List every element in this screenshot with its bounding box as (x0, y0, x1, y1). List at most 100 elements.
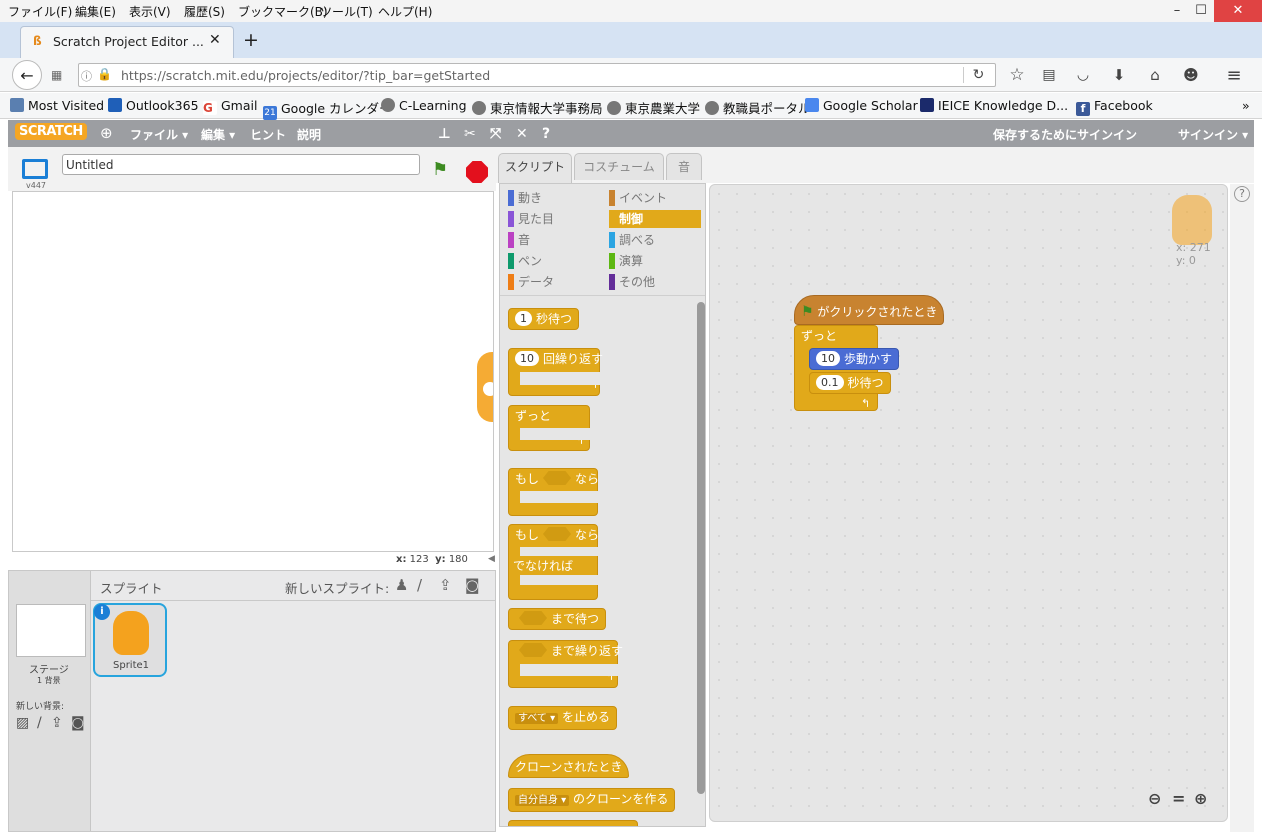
block-if-else[interactable]: もし なら でなければ (508, 524, 599, 600)
category-events[interactable]: イベント (609, 189, 667, 207)
menu-bookmarks[interactable]: ブックマーク(B) (238, 3, 328, 20)
identity-icon[interactable]: ▦ (51, 68, 62, 82)
language-globe-icon[interactable]: ⊕ (100, 124, 113, 142)
bookmark-most-visited[interactable]: Most Visited (10, 98, 104, 113)
zoom-in-icon[interactable]: ⊕ (1194, 789, 1207, 808)
star-icon[interactable]: ☆ (1006, 64, 1028, 86)
camera-icon[interactable]: ◙ (465, 576, 480, 594)
project-title-input[interactable] (62, 154, 420, 175)
zoom-out-icon[interactable]: ⊖ (1148, 789, 1161, 808)
help-icon[interactable]: ? (542, 126, 550, 142)
grow-icon[interactable]: ⤧ (490, 126, 501, 142)
menu-file[interactable]: ファイル(F) (8, 3, 72, 20)
tab-sounds[interactable]: 音 (666, 153, 702, 180)
fullscreen-icon[interactable] (22, 159, 48, 179)
download-icon[interactable]: ⬇ (1108, 64, 1130, 86)
backdrop-upload-icon[interactable]: ⇪ (51, 715, 63, 731)
bookmark-outlook[interactable]: Outlook365 (108, 98, 199, 113)
category-operators[interactable]: 演算 (609, 252, 643, 270)
browser-tab[interactable]: ß Scratch Project Editor ... ✕ (20, 26, 234, 58)
paint-brush-icon[interactable]: / (417, 576, 422, 594)
reader-list-icon[interactable]: ▤ (1038, 64, 1060, 86)
bookmark-google-calendar[interactable]: 21 Google カレンダー (263, 98, 392, 120)
close-window-icon[interactable]: ✕ (1214, 0, 1262, 22)
shrink-icon[interactable]: ✕ (516, 126, 528, 142)
category-sensing[interactable]: 調べる (609, 231, 655, 249)
tab-scripts[interactable]: スクリプト (498, 153, 572, 183)
category-looks[interactable]: 見た目 (508, 210, 554, 228)
menu-view[interactable]: 表示(V) (129, 3, 171, 20)
category-control[interactable]: 制御 (609, 210, 701, 228)
scratch-menu-about[interactable]: 説明 (297, 126, 321, 143)
info-badge-icon[interactable]: i (94, 604, 110, 620)
bookmark-tuis-office[interactable]: 東京情報大学事務局 (472, 98, 603, 117)
category-motion[interactable]: 動き (508, 189, 542, 207)
save-sign-in-link[interactable]: 保存するためにサインイン (993, 126, 1137, 143)
sign-in-link[interactable]: サインイン ▾ (1178, 126, 1248, 143)
help-question-icon[interactable]: ? (1234, 186, 1250, 202)
bookmark-nodai[interactable]: 東京農業大学 (607, 98, 700, 117)
new-tab-button[interactable]: + (243, 29, 259, 51)
sprite-library-icon[interactable]: ♟ (395, 576, 408, 594)
scratch-menu-file[interactable]: ファイル ▾ (130, 126, 188, 143)
bookmark-ieice[interactable]: IEICE Knowledge D... (920, 98, 1068, 113)
maximize-icon[interactable]: ☐ (1184, 0, 1218, 22)
green-flag-icon[interactable]: ⚑ (432, 159, 448, 180)
scratch-menu-tips[interactable]: ヒント (250, 126, 286, 143)
scripts-area[interactable]: x: 271 y: 0 ⚑ がクリックされたとき ずっと ↰ 10 歩動かす 0.1… (709, 184, 1228, 822)
home-icon[interactable]: ⌂ (1144, 64, 1166, 86)
backdrop-library-icon[interactable]: ▨ (16, 715, 29, 731)
tab-costumes[interactable]: コスチューム (574, 153, 664, 180)
info-icon[interactable]: ⓘ (81, 68, 92, 84)
block-create-clone[interactable]: 自分自身 ▾ のクローンを作る (508, 788, 676, 812)
smiley-icon[interactable]: ☻ (1180, 64, 1202, 86)
block-move-steps[interactable]: 10 歩動かす (809, 348, 900, 370)
bookmark-facebook[interactable]: f Facebook (1076, 98, 1153, 116)
block-wait-until[interactable]: まで待つ (508, 608, 607, 630)
bookmark-staff-portal[interactable]: 教職員ポータル (705, 98, 811, 117)
scratch-logo[interactable]: SCRATCH (15, 123, 87, 140)
bookmark-google-scholar[interactable]: Google Scholar (805, 98, 918, 113)
zoom-reset-icon[interactable]: = (1172, 789, 1185, 808)
block-wait-script[interactable]: 0.1 秒待つ (809, 372, 891, 394)
block-when-clone-start[interactable]: クローンされたとき (508, 754, 630, 778)
backdrop-count: 1 背景 (37, 676, 61, 685)
back-arrow-icon[interactable]: ← (12, 60, 42, 90)
pocket-icon[interactable]: ◡ (1072, 64, 1094, 86)
cut-scissors-icon[interactable]: ✂ (464, 126, 476, 142)
block-stop[interactable]: すべて ▾ を止める (508, 706, 617, 730)
reload-icon[interactable]: ↻ (963, 67, 993, 83)
block-when-flag-clicked[interactable]: ⚑ がクリックされたとき (794, 295, 945, 325)
bookmark-c-learning[interactable]: C-Learning (381, 98, 467, 113)
palette-scrollbar[interactable] (697, 302, 705, 794)
upload-icon[interactable]: ⇪ (439, 576, 452, 594)
menu-edit[interactable]: 編集(E) (75, 3, 116, 20)
category-data[interactable]: データ (508, 273, 554, 291)
green-flag-icon: ⚑ (801, 304, 814, 320)
globe-icon (705, 101, 719, 115)
category-sound[interactable]: 音 (508, 231, 530, 249)
menu-tools[interactable]: ツール(T) (320, 3, 373, 20)
block-delete-clone-partial[interactable] (508, 820, 638, 826)
hamburger-menu-icon[interactable]: ≡ (1222, 64, 1246, 86)
close-tab-icon[interactable]: ✕ (209, 32, 221, 48)
clone-dropdown[interactable]: 自分自身 ▾ (515, 795, 570, 806)
category-more[interactable]: その他 (609, 273, 655, 291)
category-pen[interactable]: ペン (508, 252, 542, 270)
url-bar[interactable]: ▦ ⓘ 🔒 https://scratch.mit.edu/projects/e… (51, 63, 996, 87)
stage-thumbnail[interactable] (16, 604, 86, 657)
menu-help[interactable]: ヘルプ(H) (378, 3, 432, 20)
bookmarks-overflow[interactable]: » (1242, 98, 1250, 113)
menu-history[interactable]: 履歴(S) (184, 3, 225, 20)
backdrop-paint-icon[interactable]: / (37, 715, 42, 731)
collapse-stage-icon[interactable]: ◀ (488, 554, 495, 564)
scratch-menu-edit[interactable]: 編集 ▾ (201, 126, 235, 143)
backdrop-camera-icon[interactable]: ◙ (71, 715, 85, 731)
sprite-thumbnail[interactable]: i Sprite1 (93, 603, 167, 677)
duplicate-stamp-icon[interactable]: ⊥ (438, 126, 451, 142)
stage-canvas[interactable] (12, 191, 494, 552)
stop-dropdown[interactable]: すべて ▾ (515, 713, 559, 724)
bookmark-gmail[interactable]: G Gmail (203, 98, 257, 115)
block-wait-seconds[interactable]: 1 秒待つ (508, 308, 580, 330)
stop-icon[interactable] (466, 161, 488, 183)
